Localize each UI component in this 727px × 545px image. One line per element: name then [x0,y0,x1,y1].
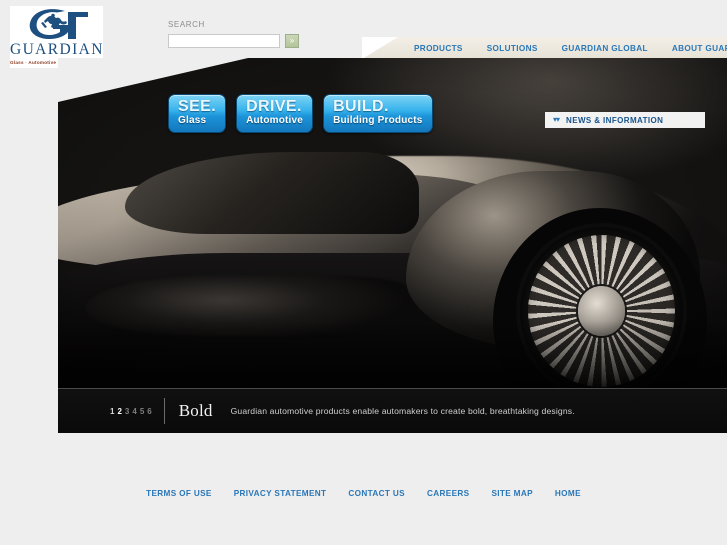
nav-item-about-guardian[interactable]: ABOUT GUARDIAN [660,44,727,53]
pagination-page-4[interactable]: 4 [132,407,136,416]
pagination-page-2[interactable]: 2 [117,407,121,416]
guardian-knight-g-logo-icon [10,8,103,41]
pill-subtitle: Automotive [246,115,304,126]
footer-link-site-map[interactable]: SITE MAP [491,489,532,498]
search-label: SEARCH [168,20,205,29]
hero-pagination: 1 2 3 4 5 6 [110,407,152,416]
news-and-information-button[interactable]: ▾▾ NEWS & INFORMATION [545,112,705,128]
pagination-page-3[interactable]: 3 [125,407,129,416]
caption-divider [163,398,165,424]
hero-category-buttons: SEE. Glass DRIVE. Automotive BUILD. Buil… [168,94,433,133]
footer-link-privacy-statement[interactable]: PRIVACY STATEMENT [234,489,327,498]
hero-pill-drive-automotive[interactable]: DRIVE. Automotive [236,94,314,133]
caption-text: Guardian automotive products enable auto… [230,406,575,416]
pagination-page-5[interactable]: 5 [140,407,144,416]
double-chevron-right-icon: » [289,36,295,45]
search-submit-button[interactable]: » [285,34,299,48]
news-label: NEWS & INFORMATION [566,115,664,125]
nav-item-guardian-global[interactable]: GUARDIAN GLOBAL [550,44,660,53]
footer-link-home[interactable]: HOME [555,489,581,498]
hero-pill-see-glass[interactable]: SEE. Glass [168,94,227,133]
logo-wordmark: GUARDIAN [10,41,104,58]
nav-item-products[interactable]: PRODUCTS [402,44,475,53]
footer-link-careers[interactable]: CAREERS [427,489,469,498]
pill-title: SEE. [178,98,217,115]
pagination-page-1[interactable]: 1 [110,407,114,416]
hero-banner: SEE. Glass DRIVE. Automotive BUILD. Buil… [58,58,727,433]
footer-link-contact-us[interactable]: CONTACT US [348,489,405,498]
pill-subtitle: Building Products [333,115,423,126]
search-input[interactable] [168,34,280,48]
search-area: SEARCH » [168,20,299,48]
main-navigation: PRODUCTS SOLUTIONS GUARDIAN GLOBAL ABOUT… [362,37,727,59]
caption-title: Bold [178,401,213,420]
footer-link-terms-of-use[interactable]: TERMS OF USE [146,489,212,498]
pill-title: BUILD. [333,98,389,115]
pill-title: DRIVE. [246,98,302,115]
pill-subtitle: Glass [178,115,207,126]
double-chevron-down-icon: ▾▾ [553,115,560,124]
pagination-page-6[interactable]: 6 [147,407,151,416]
site-footer: TERMS OF USE PRIVACY STATEMENT CONTACT U… [0,483,727,503]
nav-item-solutions[interactable]: SOLUTIONS [475,44,550,53]
hero-pill-build-building-products[interactable]: BUILD. Building Products [323,94,433,133]
hero-caption-bar: 1 2 3 4 5 6 Bold Guardian automotive pro… [58,388,727,433]
page-root: GUARDIAN Glass · Automotive · Building P… [0,0,727,545]
